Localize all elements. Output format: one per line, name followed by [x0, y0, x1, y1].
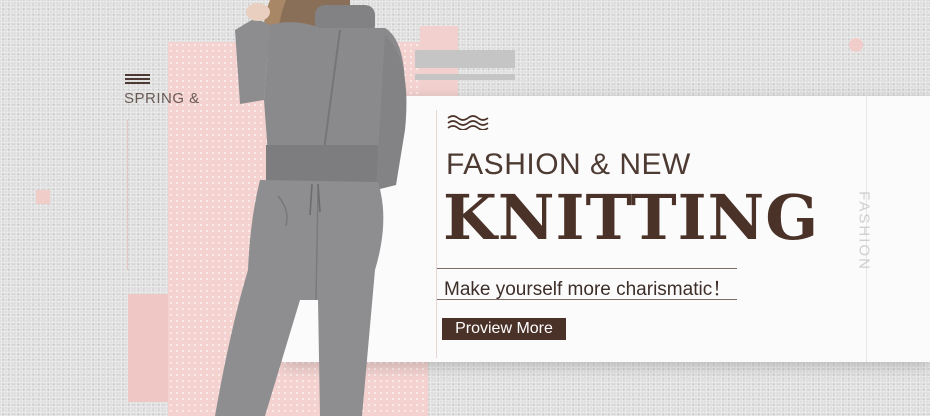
divider: [437, 268, 737, 269]
preview-more-button[interactable]: Proview More: [442, 318, 566, 340]
card-accent-line: [436, 110, 437, 358]
divider: [437, 299, 737, 300]
page-title: KNITTING: [443, 181, 820, 254]
decor-line: [127, 120, 128, 270]
side-label-text: FASHION: [855, 191, 873, 271]
fashion-banner: SPRING & FASHION & NEW KNITTING Make you…: [0, 0, 930, 416]
headline: FASHION & NEW: [446, 148, 691, 181]
season-label: SPRING &: [124, 90, 200, 107]
tagline: Make yourself more charismatic！: [444, 279, 732, 300]
pink-dot-decor: [849, 38, 863, 52]
gray-decor-line: [415, 74, 515, 80]
model-image: [215, 0, 407, 416]
wave-icon: [447, 115, 489, 130]
pink-accent-block: [128, 294, 168, 402]
side-label: FASHION: [849, 183, 879, 279]
pink-square-decor: [36, 190, 50, 204]
stripes-icon: [125, 74, 150, 85]
gray-decor-bar: [415, 50, 515, 68]
